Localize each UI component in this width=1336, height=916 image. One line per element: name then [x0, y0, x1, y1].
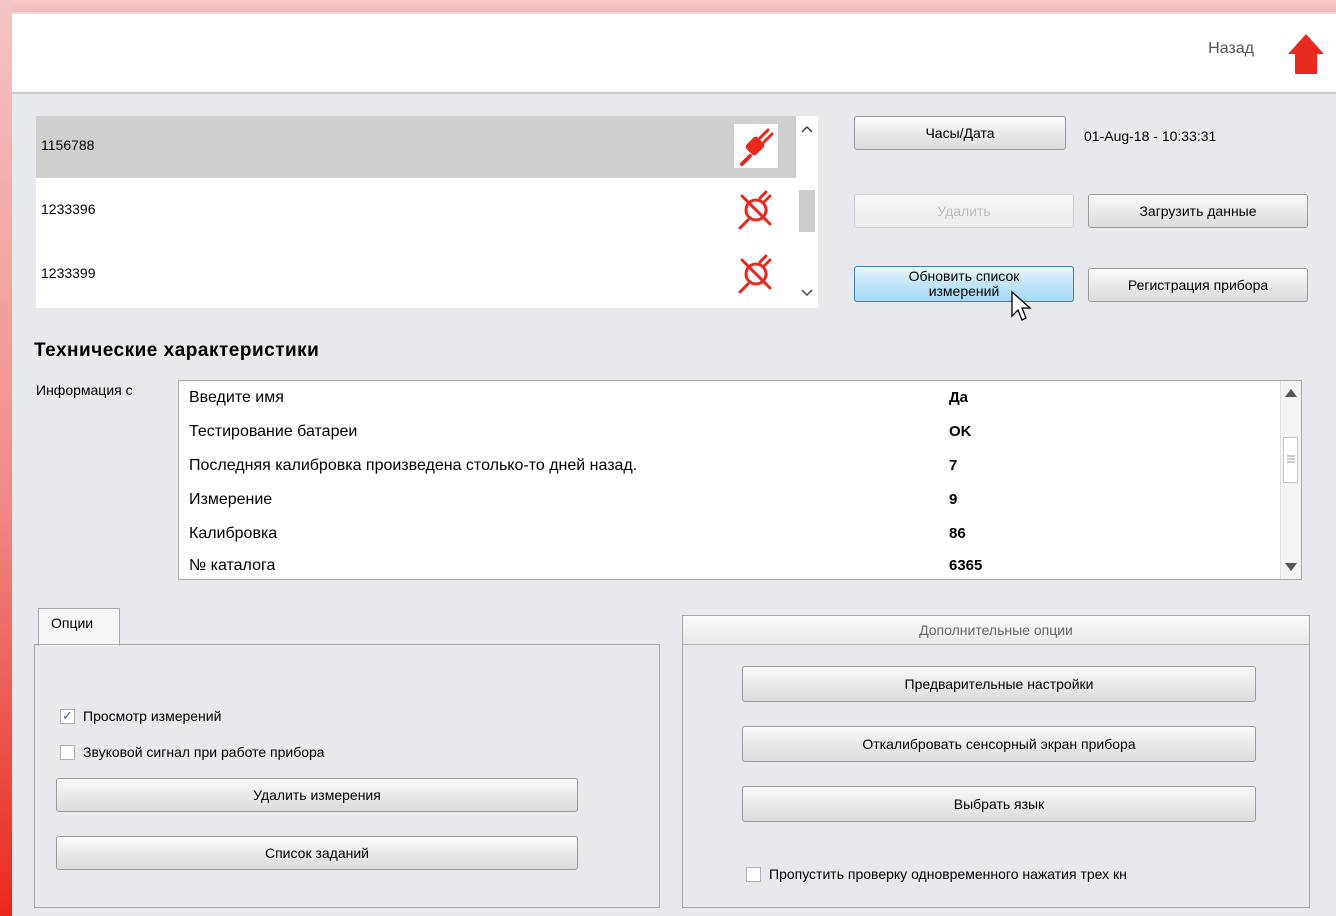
choose-language-label: Выбрать язык — [953, 795, 1045, 812]
info-value: 86 — [949, 525, 966, 542]
beep-checkbox[interactable]: Звуковой сигнал при работе прибора — [60, 744, 325, 760]
device-datetime: 01-Aug-18 - 10:33:31 — [1084, 128, 1217, 144]
info-value: Да — [949, 389, 969, 406]
info-key: Калибровка — [189, 525, 278, 542]
choose-language-button[interactable]: Выбрать язык — [742, 786, 1256, 822]
checkbox-box[interactable] — [60, 708, 75, 724]
info-row: Измерение 9 — [189, 485, 1279, 519]
main-window: Назад 1156788 1233396 1233399 Часы/Дата … — [12, 14, 1336, 916]
info-value: 7 — [949, 457, 958, 474]
info-label: Информация с — [36, 382, 133, 398]
info-key: Введите имя — [189, 389, 284, 406]
back-link[interactable]: Назад — [1208, 40, 1254, 58]
load-data-label: Загрузить данные — [1139, 202, 1257, 219]
task-list-label: Список заданий — [264, 844, 369, 861]
info-table-scrollbar[interactable] — [1280, 381, 1301, 579]
tech-section-title: Технические характеристики — [34, 340, 320, 361]
register-device-button[interactable]: Регистрация прибора — [1088, 268, 1308, 302]
device-row[interactable]: 1233396 — [36, 180, 796, 242]
delete-measurements-label: Удалить измерения — [253, 786, 381, 803]
info-key: № каталога — [189, 557, 276, 574]
refresh-label-line1: Обновить список — [908, 268, 1020, 284]
device-list-scrollbar[interactable] — [796, 116, 818, 308]
scroll-down-icon[interactable] — [800, 288, 814, 298]
info-row: Тестирование батареи OK — [189, 417, 1279, 451]
refresh-measurements-button[interactable]: Обновить список измерений — [854, 266, 1074, 302]
task-list-button[interactable]: Список заданий — [56, 836, 578, 870]
info-value: OK — [949, 423, 972, 440]
info-key: Измерение — [189, 491, 273, 508]
presets-button[interactable]: Предварительные настройки — [742, 666, 1256, 702]
delete-label: Удалить — [937, 202, 991, 219]
calibrate-touchscreen-button[interactable]: Откалибровать сенсорный экран прибора — [742, 726, 1256, 762]
top-bar: Назад — [12, 14, 1336, 94]
checkbox-box[interactable] — [746, 866, 761, 882]
device-id: 1233396 — [41, 201, 96, 217]
tab-options[interactable]: Опции — [38, 608, 120, 646]
scroll-thumb[interactable] — [799, 190, 815, 232]
info-value: 6365 — [949, 557, 983, 574]
refresh-label-line2: измерений — [928, 283, 1000, 299]
device-list[interactable]: 1156788 1233396 1233399 — [36, 116, 818, 308]
tech-info-table[interactable]: Введите имя Да Тестирование батареи OK П… — [178, 380, 1302, 580]
beep-label: Звуковой сигнал при работе прибора — [83, 744, 325, 760]
scroll-up-icon[interactable] — [800, 124, 814, 134]
skip-check-label: Пропустить проверку одновременного нажат… — [769, 866, 1127, 882]
clock-date-label: Часы/Дата — [925, 124, 995, 141]
delete-button[interactable]: Удалить — [854, 194, 1074, 228]
scroll-thumb[interactable] — [1283, 437, 1298, 483]
register-device-label: Регистрация прибора — [1127, 276, 1269, 293]
extra-options-title: Дополнительные опции — [683, 616, 1309, 645]
device-id: 1156788 — [41, 137, 95, 153]
scroll-down-icon[interactable] — [1285, 563, 1297, 571]
info-value: 9 — [949, 491, 958, 508]
presets-label: Предварительные настройки — [904, 675, 1094, 692]
skip-check-checkbox[interactable]: Пропустить проверку одновременного нажат… — [746, 866, 1256, 882]
plug-disconnected-icon — [738, 190, 772, 230]
info-row: Введите имя Да — [189, 383, 1279, 417]
device-row[interactable]: 1156788 — [36, 116, 796, 178]
grip-icon — [1287, 455, 1295, 463]
info-key: Последняя калибровка произведена столько… — [189, 457, 638, 474]
window-frame-top — [0, 0, 1336, 12]
load-data-button[interactable]: Загрузить данные — [1088, 194, 1308, 228]
window-frame-left — [0, 0, 12, 916]
info-row: Последняя калибровка произведена столько… — [189, 451, 1279, 485]
home-icon[interactable] — [1286, 32, 1326, 76]
plug-connected-icon — [734, 124, 778, 168]
info-row: № каталога 6365 — [189, 551, 1279, 585]
view-measurements-label: Просмотр измерений — [83, 708, 222, 724]
delete-measurements-button[interactable]: Удалить измерения — [56, 778, 578, 812]
info-key: Тестирование батареи — [189, 423, 358, 440]
scroll-up-icon[interactable] — [1285, 389, 1297, 397]
checkbox-box[interactable] — [60, 744, 75, 760]
mouse-cursor-icon — [1011, 290, 1032, 321]
clock-date-button[interactable]: Часы/Дата — [854, 116, 1066, 150]
calibrate-touchscreen-label: Откалибровать сенсорный экран прибора — [862, 735, 1136, 752]
info-row: Калибровка 86 — [189, 519, 1279, 553]
view-measurements-checkbox[interactable]: Просмотр измерений — [60, 708, 221, 724]
device-row[interactable]: 1233399 — [36, 244, 796, 306]
plug-disconnected-icon — [738, 254, 772, 294]
device-id: 1233399 — [41, 265, 96, 281]
